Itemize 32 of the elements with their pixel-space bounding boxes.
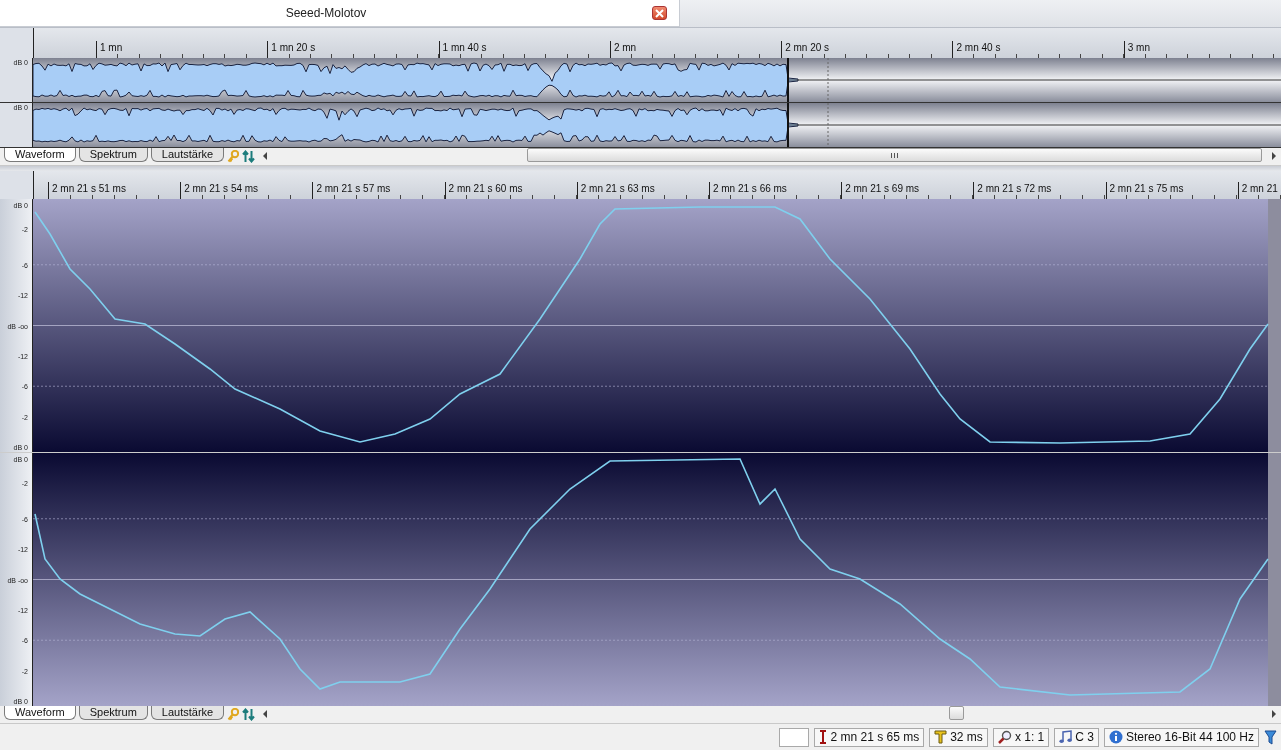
view-tab[interactable]: Lautstärke bbox=[150, 148, 225, 162]
info-icon bbox=[1108, 730, 1123, 744]
status-text: 2 mn 21 s 65 ms bbox=[830, 730, 920, 744]
time-ruler[interactable]: 2 mn 21 s 51 ms 2 mn 21 s 54 ms 2 mn 21 s 57 ms 2 mn 21 s 60 ms 2 mn 21 s 63 ms 2 mn 21 s 66 ms 2 mn 21 s 69 ms 2 mn 21 s 72 ms 2 mn 21 s 75 ms 2 mn 21 bbox=[34, 171, 1281, 199]
status-field bbox=[779, 727, 810, 747]
view-tab[interactable]: Lautstärke bbox=[150, 706, 225, 720]
close-icon bbox=[655, 8, 664, 18]
close-button[interactable] bbox=[652, 6, 667, 20]
marker-icon bbox=[934, 730, 948, 744]
zoom-icon bbox=[997, 730, 1012, 744]
scroll-right-icon[interactable] bbox=[1271, 152, 1277, 160]
scrollbar-thumb[interactable] bbox=[949, 706, 965, 720]
text-cursor-icon bbox=[819, 730, 828, 744]
scroll-right-icon[interactable] bbox=[1271, 710, 1277, 718]
document-tab[interactable]: Seeed-Molotov bbox=[0, 0, 680, 27]
status-text: C 3 bbox=[1075, 730, 1094, 744]
scroll-left-icon[interactable] bbox=[262, 710, 269, 718]
scrollbar-thumb[interactable] bbox=[527, 148, 1263, 162]
status-text: Stereo 16-Bit 44 100 Hz bbox=[1125, 730, 1254, 744]
filter-icon[interactable] bbox=[1264, 729, 1277, 745]
view-tab[interactable]: Waveform bbox=[4, 706, 76, 720]
document-title: Seeed-Molotov bbox=[284, 6, 368, 20]
time-ruler[interactable]: 1 mn 1 mn 20 s 1 mn 40 s 2 mn 2 mn 20 s 2 mn 40 s 3 mn bbox=[34, 28, 1281, 58]
view-tab[interactable]: Spektrum bbox=[78, 706, 148, 720]
view-tab[interactable]: Waveform bbox=[4, 148, 76, 162]
up-down-arrows-icon[interactable] bbox=[242, 708, 256, 721]
status-text: x 1: 1 bbox=[1014, 730, 1045, 744]
up-down-arrows-icon[interactable] bbox=[242, 150, 256, 163]
view-tab[interactable]: Spektrum bbox=[78, 148, 148, 162]
music-note-icon bbox=[1059, 730, 1073, 744]
scroll-left-icon[interactable] bbox=[262, 152, 269, 160]
status-text: 32 ms bbox=[950, 730, 983, 744]
